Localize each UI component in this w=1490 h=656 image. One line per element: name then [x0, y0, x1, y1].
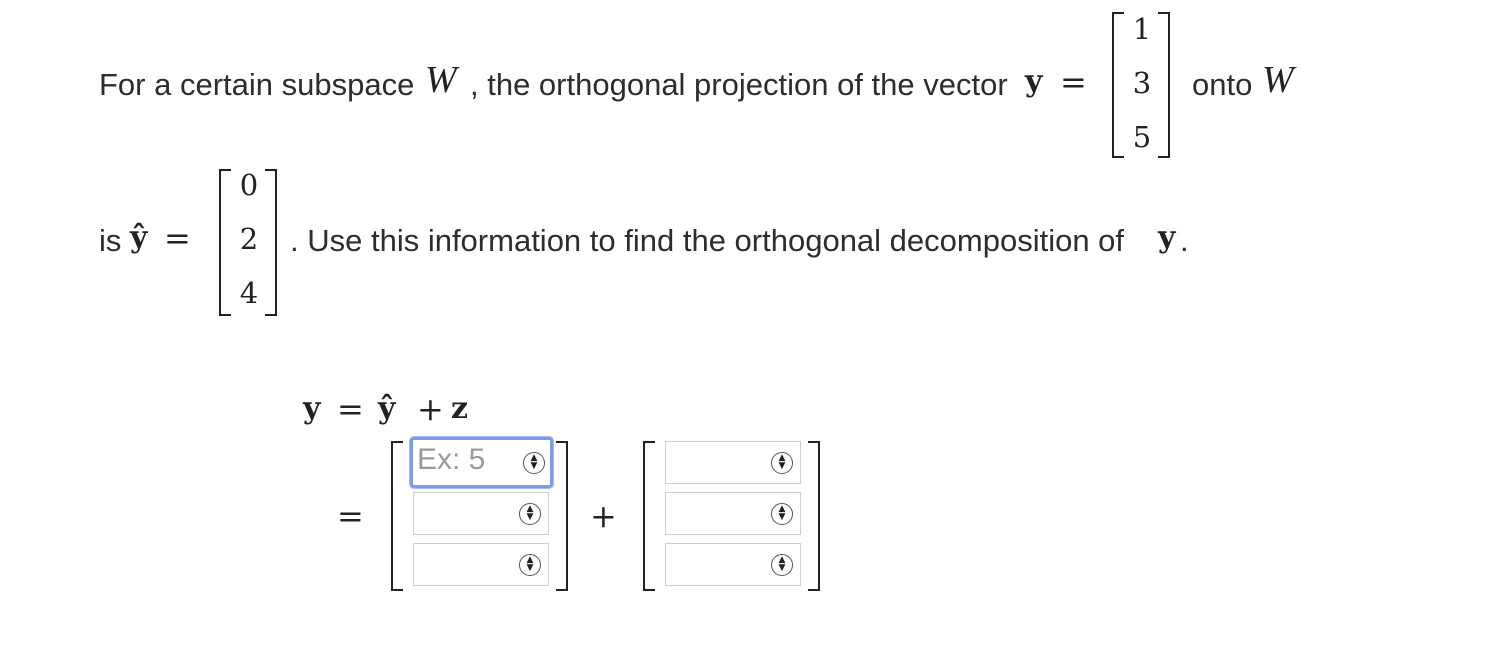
equals-sign-2: =	[164, 219, 191, 257]
yhat-vector-entry-2: 2	[239, 222, 259, 256]
equals-sign: =	[1060, 63, 1087, 101]
first-vector-input-1-placeholder: Ex: 5	[417, 443, 486, 476]
subspace-symbol-W: W	[425, 59, 457, 101]
y-vector-right-bracket	[1158, 12, 1170, 158]
first-vector-input-3[interactable]: ▲ ▼	[413, 543, 549, 586]
problem-text-line1-mid: , the orthogonal projection of the vecto…	[470, 67, 1008, 102]
second-vector-input-1[interactable]: ▲ ▼	[665, 441, 801, 484]
second-vector-input-3[interactable]: ▲ ▼	[665, 543, 801, 586]
yhat-vector-entry-3: 4	[239, 276, 259, 310]
equation-plus-2: +	[590, 497, 617, 535]
first-vector-input-1[interactable]: Ex: 5 ▲ ▼	[410, 437, 553, 488]
y-vector-entry-3: 5	[1132, 120, 1152, 154]
problem-text-line1-start: For a certain subspace	[99, 67, 415, 102]
spinner-icon[interactable]: ▲ ▼	[519, 553, 541, 576]
line2-period: .	[1180, 223, 1189, 258]
equation-equals-2: =	[337, 497, 364, 535]
y-vector-entry-1: 1	[1132, 12, 1152, 46]
y-hat-symbol: ŷ	[130, 220, 148, 255]
spinner-icon[interactable]: ▲ ▼	[771, 451, 793, 474]
vector-y-symbol: y	[1025, 64, 1043, 99]
spinner-icon[interactable]: ▲ ▼	[771, 502, 793, 525]
first-vector-left-bracket	[391, 441, 403, 591]
problem-text-line2: . Use this information to find the ortho…	[290, 223, 1125, 258]
spinner-icon[interactable]: ▲ ▼	[519, 502, 541, 525]
spinner-icon[interactable]: ▲ ▼	[771, 553, 793, 576]
yhat-vector-right-bracket	[265, 169, 277, 316]
first-vector-right-bracket	[556, 441, 568, 591]
equation-z: z	[451, 391, 469, 426]
onto-W-symbol: W	[1262, 59, 1294, 101]
second-vector-input-2[interactable]: ▲ ▼	[665, 492, 801, 535]
first-vector-input-2[interactable]: ▲ ▼	[413, 492, 549, 535]
equation-y: y	[303, 391, 321, 426]
second-vector-right-bracket	[808, 441, 820, 591]
second-vector-left-bracket	[643, 441, 655, 591]
equation-equals: =	[337, 390, 364, 428]
decomposition-y-symbol: y	[1158, 220, 1176, 255]
y-vector-entry-2: 3	[1132, 66, 1152, 100]
is-text: is	[99, 223, 122, 258]
onto-text: onto	[1192, 67, 1253, 102]
yhat-vector-entry-1: 0	[239, 168, 259, 202]
spinner-icon[interactable]: ▲ ▼	[523, 451, 545, 474]
equation-y-hat: ŷ	[378, 391, 396, 426]
equation-plus: +	[417, 390, 444, 428]
